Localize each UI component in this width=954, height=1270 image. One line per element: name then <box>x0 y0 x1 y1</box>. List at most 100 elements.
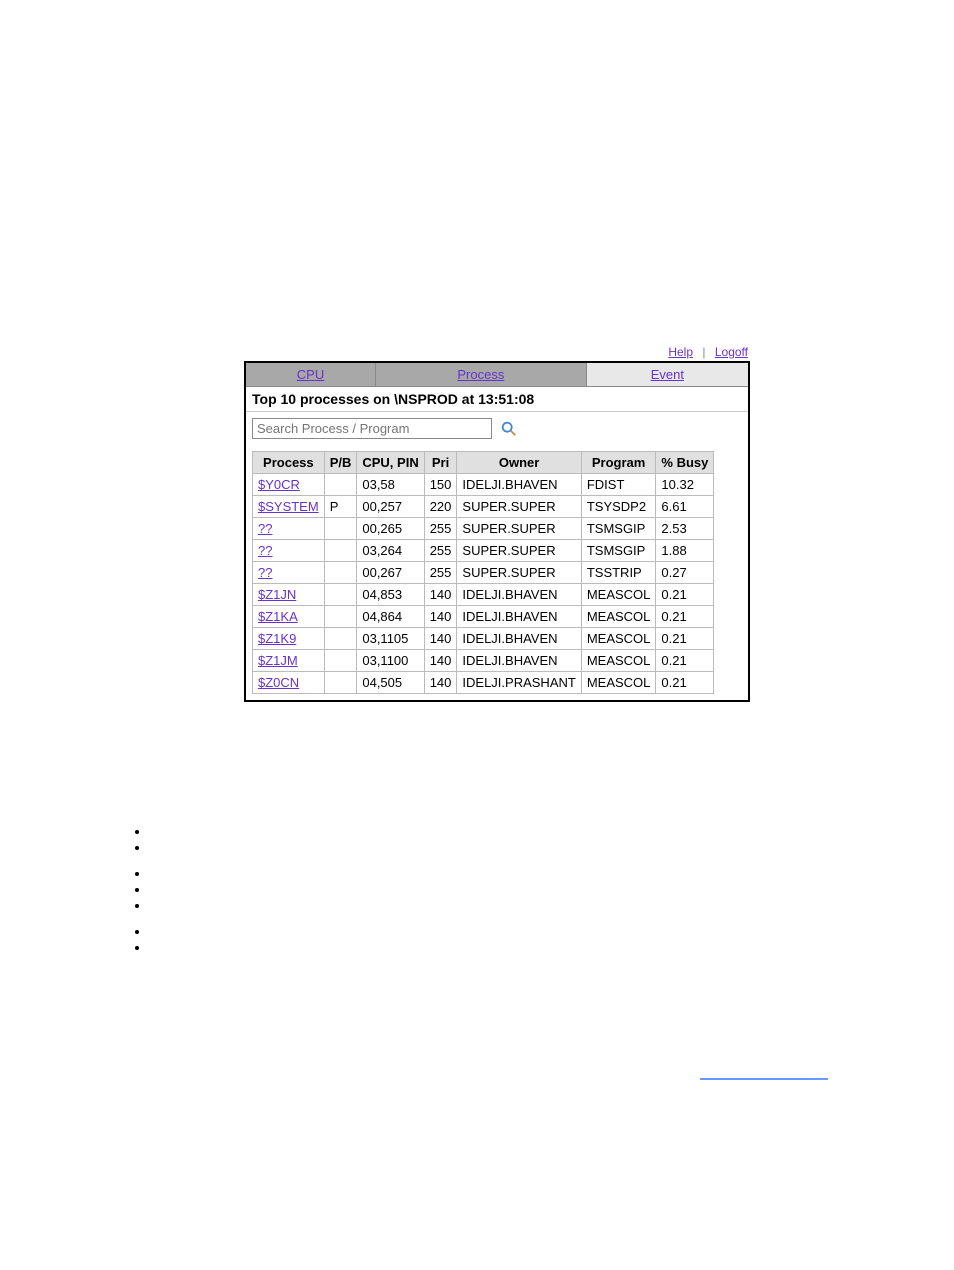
cell-pct-busy: 0.21 <box>656 606 714 628</box>
tab-process-link[interactable]: Process <box>457 367 504 382</box>
table-row: $Z1JM03,1100140IDELJI.BHAVENMEASCOL0.21 <box>253 650 714 672</box>
cell-pb <box>324 540 357 562</box>
cell-process[interactable]: $Z1K9 <box>253 628 325 650</box>
cell-owner: IDELJI.PRASHANT <box>457 672 581 694</box>
cell-pb <box>324 628 357 650</box>
cell-process[interactable]: $SYSTEM <box>253 496 325 518</box>
process-link[interactable]: $Z1JN <box>258 587 296 602</box>
cell-owner: SUPER.SUPER <box>457 540 581 562</box>
tab-cpu[interactable]: CPU <box>246 363 376 386</box>
table-row: ??00,265255SUPER.SUPERTSMSGIP2.53 <box>253 518 714 540</box>
process-link[interactable]: ?? <box>258 521 272 536</box>
cell-pri: 150 <box>424 474 457 496</box>
cell-pri: 140 <box>424 672 457 694</box>
tab-bar: CPU Process Event <box>246 363 748 387</box>
cell-program: MEASCOL <box>581 650 656 672</box>
process-link[interactable]: ?? <box>258 565 272 580</box>
bullet-list <box>132 824 150 956</box>
process-link[interactable]: $Z0CN <box>258 675 299 690</box>
cell-pb <box>324 518 357 540</box>
cell-pct-busy: 0.27 <box>656 562 714 584</box>
cell-pct-busy: 10.32 <box>656 474 714 496</box>
process-panel: Help | Logoff CPU Process Event Top 10 p… <box>244 361 750 702</box>
cell-owner: SUPER.SUPER <box>457 496 581 518</box>
process-link[interactable]: $Z1K9 <box>258 631 296 646</box>
cell-process[interactable]: $Y0CR <box>253 474 325 496</box>
cell-cpu-pin: 04,864 <box>357 606 424 628</box>
table-row: $Z0CN04,505140IDELJI.PRASHANTMEASCOL0.21 <box>253 672 714 694</box>
cell-cpu-pin: 03,1105 <box>357 628 424 650</box>
table-row: ??00,267255SUPER.SUPERTSSTRIP0.27 <box>253 562 714 584</box>
col-pct-busy[interactable]: % Busy <box>656 452 714 474</box>
cell-pri: 140 <box>424 650 457 672</box>
process-link[interactable]: $SYSTEM <box>258 499 319 514</box>
cell-program: TSMSGIP <box>581 540 656 562</box>
process-link[interactable]: $Y0CR <box>258 477 300 492</box>
table-header-row: Process P/B CPU, PIN Pri Owner Program %… <box>253 452 714 474</box>
cell-cpu-pin: 00,257 <box>357 496 424 518</box>
cell-cpu-pin: 04,853 <box>357 584 424 606</box>
col-process[interactable]: Process <box>253 452 325 474</box>
cell-process[interactable]: ?? <box>253 562 325 584</box>
cell-pri: 255 <box>424 518 457 540</box>
top-links: Help | Logoff <box>668 345 748 359</box>
tab-event[interactable]: Event <box>587 363 748 386</box>
cell-program: MEASCOL <box>581 584 656 606</box>
cell-owner: SUPER.SUPER <box>457 562 581 584</box>
cell-process[interactable]: $Z1KA <box>253 606 325 628</box>
blue-rule <box>700 1078 828 1080</box>
cell-program: TSSTRIP <box>581 562 656 584</box>
cell-program: FDIST <box>581 474 656 496</box>
col-owner[interactable]: Owner <box>457 452 581 474</box>
cell-cpu-pin: 03,264 <box>357 540 424 562</box>
cell-pb <box>324 650 357 672</box>
cell-pri: 255 <box>424 540 457 562</box>
process-link[interactable]: $Z1JM <box>258 653 298 668</box>
page-title: Top 10 processes on \NSPROD at 13:51:08 <box>246 387 748 412</box>
logoff-link[interactable]: Logoff <box>715 345 748 359</box>
tab-process[interactable]: Process <box>376 363 587 386</box>
cell-pct-busy: 6.61 <box>656 496 714 518</box>
separator: | <box>696 345 711 359</box>
help-link[interactable]: Help <box>668 345 693 359</box>
cell-program: MEASCOL <box>581 628 656 650</box>
col-program[interactable]: Program <box>581 452 656 474</box>
cell-owner: SUPER.SUPER <box>457 518 581 540</box>
process-link[interactable]: $Z1KA <box>258 609 298 624</box>
cell-program: MEASCOL <box>581 672 656 694</box>
cell-process[interactable]: $Z0CN <box>253 672 325 694</box>
col-cpu-pin[interactable]: CPU, PIN <box>357 452 424 474</box>
cell-pct-busy: 2.53 <box>656 518 714 540</box>
cell-owner: IDELJI.BHAVEN <box>457 606 581 628</box>
cell-process[interactable]: ?? <box>253 540 325 562</box>
cell-pri: 140 <box>424 584 457 606</box>
cell-pri: 140 <box>424 628 457 650</box>
cell-process[interactable]: ?? <box>253 518 325 540</box>
cell-pct-busy: 1.88 <box>656 540 714 562</box>
cell-pri: 255 <box>424 562 457 584</box>
cell-pb <box>324 562 357 584</box>
cell-cpu-pin: 04,505 <box>357 672 424 694</box>
cell-process[interactable]: $Z1JN <box>253 584 325 606</box>
tab-event-link[interactable]: Event <box>651 367 684 382</box>
cell-pct-busy: 0.21 <box>656 628 714 650</box>
col-pb[interactable]: P/B <box>324 452 357 474</box>
table-row: ?? 03,264255SUPER.SUPERTSMSGIP1.88 <box>253 540 714 562</box>
tab-cpu-link[interactable]: CPU <box>297 367 324 382</box>
cell-pb <box>324 606 357 628</box>
cell-owner: IDELJI.BHAVEN <box>457 650 581 672</box>
cell-cpu-pin: 03,1100 <box>357 650 424 672</box>
search-input[interactable] <box>252 418 492 439</box>
cell-pct-busy: 0.21 <box>656 584 714 606</box>
cell-process[interactable]: $Z1JM <box>253 650 325 672</box>
cell-owner: IDELJI.BHAVEN <box>457 628 581 650</box>
table-row: $SYSTEMP00,257220SUPER.SUPERTSYSDP26.61 <box>253 496 714 518</box>
col-pri[interactable]: Pri <box>424 452 457 474</box>
search-row <box>246 412 748 445</box>
cell-cpu-pin: 00,265 <box>357 518 424 540</box>
search-icon[interactable] <box>500 420 518 438</box>
cell-pb <box>324 672 357 694</box>
cell-pb: P <box>324 496 357 518</box>
table-row: $Z1K9 03,1105140IDELJI.BHAVENMEASCOL0.21 <box>253 628 714 650</box>
process-link[interactable]: ?? <box>258 543 272 558</box>
